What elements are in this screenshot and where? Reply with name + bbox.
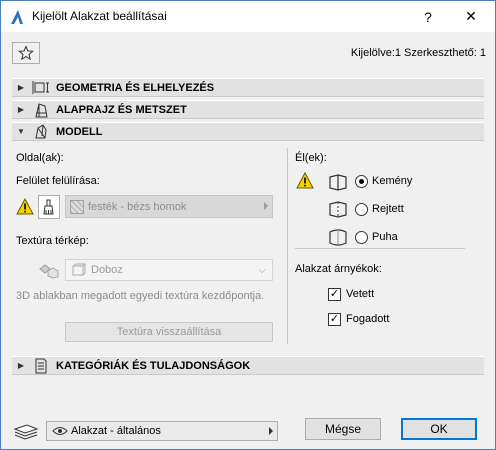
window-title: Kijelölt Alakzat beállításai bbox=[32, 9, 167, 23]
column-divider bbox=[287, 148, 288, 344]
favorites-select[interactable]: Alakzat - általános bbox=[46, 421, 278, 441]
document-list-icon bbox=[30, 358, 52, 374]
help-button[interactable]: ? bbox=[405, 1, 451, 32]
sides-label: Oldal(ak): bbox=[16, 152, 64, 164]
geometry-icon bbox=[30, 80, 52, 96]
cast-shadow-label[interactable]: Vetett bbox=[346, 288, 374, 300]
selection-info: Kijelölve:1 Szerkeszthető: 1 bbox=[350, 47, 486, 59]
edge-hard-radio[interactable] bbox=[355, 175, 368, 188]
hidden-edge-icon bbox=[329, 201, 347, 218]
section-model-label: MODELL bbox=[56, 125, 103, 138]
smooth-edge-icon bbox=[329, 229, 347, 246]
collapse-arrow-icon: ▼ bbox=[17, 127, 25, 136]
surface-override-label: Felület felülírása: bbox=[16, 175, 100, 187]
caret-right-icon bbox=[269, 427, 273, 435]
warning-icon bbox=[16, 198, 34, 215]
section-categories-label: KATEGÓRIÁK ÉS TULAJDONSÁGOK bbox=[56, 359, 251, 372]
paint-brush-icon bbox=[43, 199, 54, 215]
expand-arrow-icon: ▶ bbox=[17, 83, 25, 92]
close-button[interactable]: ✕ bbox=[448, 1, 494, 32]
edge-hidden-label[interactable]: Rejtett bbox=[372, 203, 404, 215]
section-plan-and-section[interactable]: ▶ ALAPRAJZ ÉS METSZET bbox=[12, 100, 484, 119]
title-bar[interactable]: Kijelölt Alakzat beállításai ? ✕ bbox=[1, 1, 495, 32]
texture-map-label: Textúra térkép: bbox=[16, 235, 89, 247]
expand-arrow-icon: ▶ bbox=[17, 105, 25, 114]
cancel-button[interactable]: Mégse bbox=[305, 418, 381, 440]
texture-note: 3D ablakban megadott egyedi textúra kezd… bbox=[16, 290, 265, 302]
model-icon bbox=[30, 123, 52, 140]
caret-right-icon bbox=[264, 202, 268, 210]
texture-mapping-icon bbox=[39, 264, 59, 279]
section-categories[interactable]: ▶ KATEGÓRIÁK ÉS TULAJDONSÁGOK bbox=[12, 356, 484, 375]
favorites-star-button[interactable] bbox=[12, 42, 40, 64]
edge-smooth-radio[interactable] bbox=[355, 231, 368, 244]
ok-button[interactable]: OK bbox=[401, 418, 477, 440]
surface-material-value: festék - bézs homok bbox=[88, 200, 187, 213]
favorites-value: Alakzat - általános bbox=[71, 425, 161, 437]
edges-label: Él(ek): bbox=[295, 152, 327, 164]
hard-edge-icon bbox=[329, 174, 347, 191]
star-icon bbox=[18, 45, 34, 61]
reset-texture-button[interactable]: Textúra visszaállítása bbox=[65, 322, 273, 342]
receive-shadow-label[interactable]: Fogadott bbox=[346, 313, 389, 325]
receive-shadow-checkbox[interactable]: ✓ bbox=[328, 313, 341, 326]
edge-hidden-radio[interactable] bbox=[355, 203, 368, 216]
shadows-label: Alakzat árnyékok: bbox=[295, 263, 382, 275]
material-swatch bbox=[70, 199, 84, 214]
surface-override-brush-button[interactable] bbox=[38, 195, 60, 219]
section-plan-label: ALAPRAJZ ÉS METSZET bbox=[56, 103, 187, 116]
dialog-window: Kijelölt Alakzat beállításai ? ✕ Kijelöl… bbox=[0, 0, 496, 450]
edge-smooth-label[interactable]: Puha bbox=[372, 231, 398, 243]
box-projection-icon bbox=[72, 263, 87, 276]
archicad-app-icon bbox=[11, 10, 23, 24]
expand-arrow-icon: ▶ bbox=[17, 361, 25, 370]
surface-material-picker[interactable]: festék - bézs homok bbox=[65, 195, 273, 218]
layers-icon bbox=[13, 424, 39, 440]
texture-map-select[interactable]: Doboz ⌵ bbox=[65, 259, 273, 281]
edges-shadows-divider bbox=[295, 248, 465, 249]
warning-icon bbox=[296, 172, 314, 189]
texture-map-value: Doboz bbox=[91, 264, 123, 276]
section-model[interactable]: ▼ MODELL bbox=[12, 122, 484, 141]
eye-icon bbox=[52, 426, 68, 436]
edge-hard-label[interactable]: Kemény bbox=[372, 175, 412, 187]
cast-shadow-checkbox[interactable]: ✓ bbox=[328, 288, 341, 301]
chevron-down-icon: ⌵ bbox=[258, 265, 266, 276]
section-geometry[interactable]: ▶ GEOMETRIA ÉS ELHELYEZÉS bbox=[12, 78, 484, 97]
section-geometry-label: GEOMETRIA ÉS ELHELYEZÉS bbox=[56, 81, 215, 94]
floor-plan-icon bbox=[30, 102, 52, 118]
